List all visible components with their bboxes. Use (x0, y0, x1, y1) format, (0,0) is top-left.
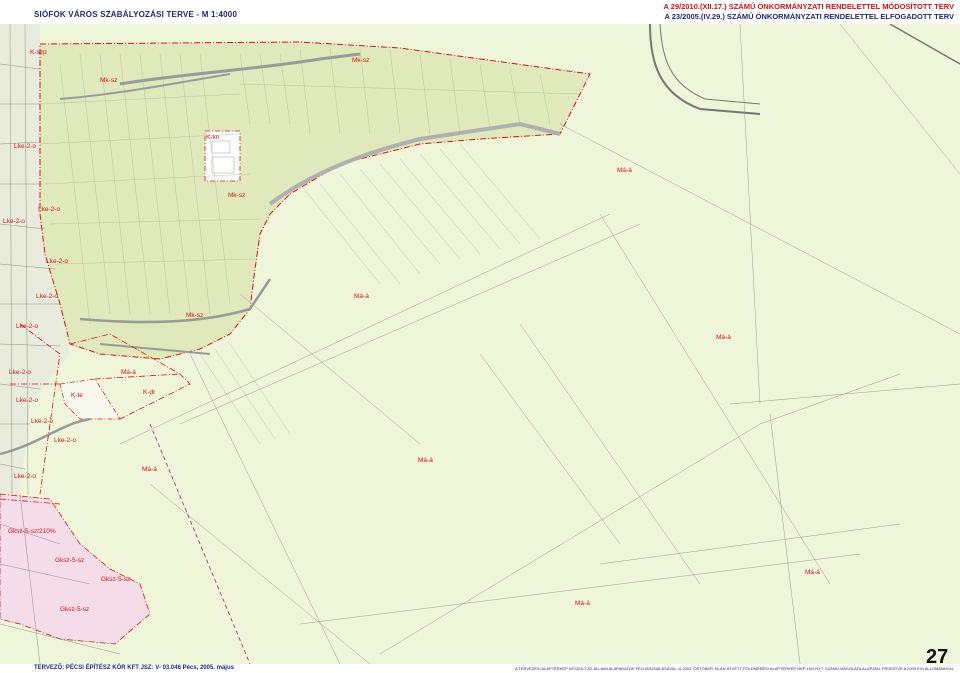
label-mk-sz: Mk-sz (186, 312, 203, 319)
designer-credit: TERVEZŐ: PÉCSI ÉPÍTÉSZ KÖR KFT JSZ: V- 0… (34, 665, 234, 671)
label-ma-a: Má-á (121, 369, 136, 376)
label-gksz: Gksz-5-sz/210% (8, 528, 56, 535)
label-gksz: Gksz-5-sz (55, 557, 84, 564)
label-mk-sz: Mk-sz (228, 192, 245, 199)
label-ma-a: Má-á (716, 334, 731, 341)
zoning-map[interactable]: K-szp Mk-sz Mk-sz Mk-sz Mk-sz K-kn Lke-2… (0, 24, 960, 664)
label-lke-2-o: Lke-2-o (14, 473, 36, 480)
label-k-kn: K-kn (206, 134, 220, 141)
label-lke-2-o: Lke-2-o (38, 206, 60, 213)
label-ma-a: Má-á (617, 167, 632, 174)
map-title: SIÓFOK VÁROS SZABÁLYOZÁSI TERVE - M 1:40… (34, 10, 238, 19)
label-lke-2-o: Lke-2-o (54, 437, 76, 444)
label-gksz: Gksz-5-sz (101, 576, 130, 583)
adoption-note: A 23/2005.(IV.29.) SZÁMÚ ÖNKORMÁNYZATI R… (664, 12, 954, 21)
label-k-dr: K-dr (143, 389, 156, 396)
label-mk-sz: Mk-sz (100, 77, 117, 84)
basemap-note: A TERVEZÉSI ALAPTÉRKÉP KÉSZÜLT AZ ÁLLAMI… (514, 666, 954, 671)
map-header: SIÓFOK VÁROS SZABÁLYOZÁSI TERVE - M 1:40… (0, 0, 960, 24)
label-k-szp: K-szp (30, 49, 47, 56)
map-footer: TERVEZŐ: PÉCSI ÉPÍTÉSZ KÖR KFT JSZ: V- 0… (0, 664, 960, 673)
label-ma-a: Má-á (142, 466, 157, 473)
label-mk-sz: Mk-sz (352, 57, 369, 64)
label-lke-2-o: Lke-2-o (9, 369, 31, 376)
label-ma-a: Má-á (575, 600, 590, 607)
label-gksz: Gksz-5-sz (60, 606, 89, 613)
label-lke-2-o: Lke-2-o (3, 218, 25, 225)
label-lke-2-o: Lke-2-o (36, 293, 58, 300)
label-ma-a: Má-á (805, 569, 820, 576)
label-lke-2-o: Lke-2-o (46, 258, 68, 265)
label-lke-2-o: Lke-2-o (31, 418, 53, 425)
label-k-te: K-te (71, 392, 83, 399)
label-lke-2-o: Lke-2-o (14, 143, 36, 150)
label-lke-2-o: Lke-2-o (16, 323, 38, 330)
label-ma-a: Má-á (418, 457, 433, 464)
label-ma-a: Má-á (354, 293, 369, 300)
amendment-note: A 29/2010.(XII.17.) SZÁMÚ ÖNKORMÁNYZATI … (663, 2, 954, 11)
label-lke-2-o: Lke-2-o (16, 397, 38, 404)
